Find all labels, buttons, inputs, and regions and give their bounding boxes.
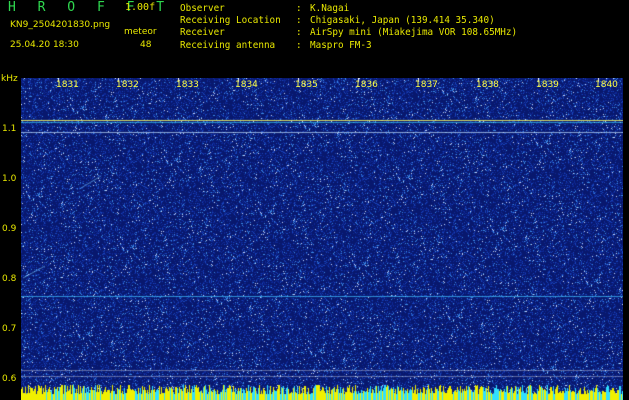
x-tick-label: 1831 <box>56 80 79 90</box>
x-tick-label: 1836 <box>355 80 378 90</box>
x-tick-label: 1835 <box>295 80 318 90</box>
spectrogram-canvas <box>21 78 623 400</box>
version-label: 1.00f <box>125 2 156 13</box>
station-info: Observer: K.Nagai Receiving Location: Chig… <box>180 3 517 52</box>
info-value: K.Nagai <box>310 3 350 14</box>
info-key: Receiving antenna <box>180 39 276 51</box>
info-row-antenna: Receiving antenna: Maspro FM-3 <box>180 40 517 52</box>
file-name: KN9_2504201830.png <box>10 20 111 30</box>
x-tick-label: 1833 <box>176 80 199 90</box>
x-tick-label: 1838 <box>476 80 499 90</box>
info-row-observer: Observer: K.Nagai <box>180 3 517 15</box>
info-key: Receiver <box>180 27 225 39</box>
x-tick-label: 1834 <box>235 80 258 90</box>
x-tick-label: 1840 <box>595 80 618 90</box>
meteor-count: 48 <box>140 40 152 50</box>
info-key: Observer <box>180 3 225 14</box>
info-key: Receiving Location <box>180 15 281 27</box>
meteor-label: meteor <box>124 27 157 37</box>
x-tick-label: 1839 <box>536 80 559 90</box>
info-colon: : <box>296 27 302 39</box>
info-value: Chigasaki, Japan (139.414 35.340) <box>310 15 495 27</box>
y-tick-label: 0.7 <box>2 324 17 334</box>
y-tick-label: 1.1 <box>2 124 17 134</box>
info-colon: : <box>296 39 302 51</box>
y-tick-label: 0.6 <box>2 374 17 384</box>
date-time: 25.04.20 18:30 <box>10 40 79 50</box>
y-axis-unit: kHz <box>1 74 18 84</box>
x-tick-label: 1832 <box>116 80 139 90</box>
info-value: Maspro FM-3 <box>310 39 372 51</box>
y-tick-label: 0.8 <box>2 274 17 284</box>
info-row-location: Receiving Location: Chigasaki, Japan (139… <box>180 15 517 27</box>
info-colon: : <box>296 3 302 14</box>
y-tick-label: 1.0 <box>2 174 17 184</box>
info-colon: : <box>296 15 302 27</box>
info-value: AirSpy mini (Miakejima VOR 108.65MHz) <box>310 27 518 39</box>
y-tick-label: 0.9 <box>2 224 17 234</box>
info-row-receiver: Receiver: AirSpy mini (Miakejima VOR 108.… <box>180 27 517 39</box>
x-tick-label: 1837 <box>415 80 438 90</box>
